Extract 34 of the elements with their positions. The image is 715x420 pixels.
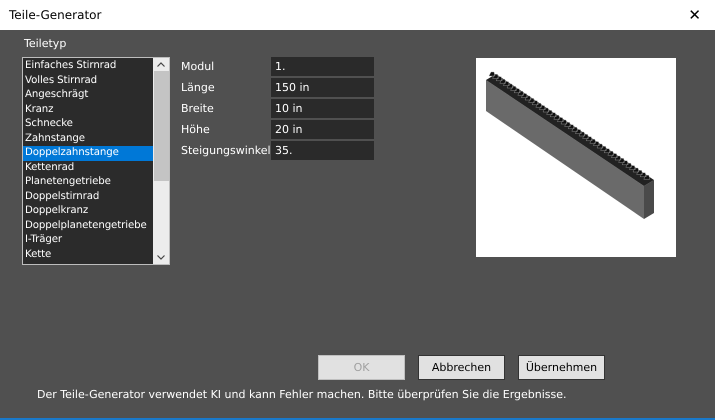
list-item[interactable]: Doppelplanetengetriebe — [23, 218, 153, 233]
group-label: Teiletyp — [24, 37, 66, 50]
input-field[interactable]: 10 in — [271, 99, 374, 118]
list-item[interactable]: I-Träger — [23, 233, 153, 248]
dialog-button[interactable]: Abbrechen — [418, 355, 505, 380]
field-label: Länge — [181, 80, 216, 96]
list-item[interactable]: Einfaches Stirnrad — [23, 59, 153, 74]
input-field[interactable]: 150 in — [271, 78, 374, 97]
list-item[interactable]: Doppelzahnstange — [23, 146, 153, 160]
scrollbar[interactable] — [153, 58, 169, 264]
dialog-button[interactable]: Übernehmen — [518, 355, 605, 380]
field-label: Breite — [181, 101, 215, 117]
field-label: Höhe — [181, 122, 211, 138]
input-field[interactable]: 1. — [271, 57, 374, 76]
field-label: Modul — [181, 59, 216, 75]
list-item[interactable]: Kettenrad — [23, 160, 153, 175]
list-item[interactable]: Doppelstirnrad — [23, 190, 153, 204]
list-item[interactable]: Zahnstange — [23, 132, 153, 146]
footer-note: Der Teile-Generator verwendet KI und kann Fehler machen. Bitte überprüfen Sie die Ergebnisse. — [37, 388, 567, 401]
scroll-up-icon[interactable] — [157, 62, 165, 67]
scroll-thumb[interactable] — [154, 71, 168, 181]
field-label: Steigungswinkel — [181, 143, 271, 159]
close-button[interactable]: ✕ — [684, 6, 705, 24]
list-item[interactable]: Kranz — [23, 102, 153, 117]
list-item[interactable]: Kette — [23, 248, 153, 262]
list-item[interactable]: Doppelkranz — [23, 204, 153, 218]
window-title: Teile-Generator — [9, 8, 102, 22]
input-field[interactable]: 20 in — [271, 120, 374, 139]
input-field[interactable]: 35. — [271, 141, 374, 160]
list-item[interactable]: Schnecke — [23, 117, 153, 132]
list-item[interactable]: Angeschrägt — [23, 88, 153, 102]
scroll-down-icon[interactable] — [157, 255, 165, 260]
list-item[interactable]: Volles Stirnrad — [23, 74, 153, 88]
list-item[interactable]: Planetengetriebe — [23, 175, 153, 190]
